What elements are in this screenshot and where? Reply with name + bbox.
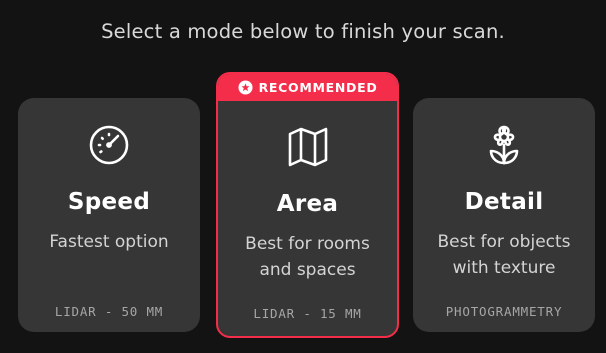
speedometer-icon bbox=[87, 123, 131, 171]
star-icon bbox=[238, 80, 253, 95]
mode-title: Detail bbox=[464, 189, 544, 215]
mode-card-detail[interactable]: Detail Best for objects with texture PHO… bbox=[413, 98, 595, 332]
mode-spec: LIDAR - 50 MM bbox=[54, 304, 164, 319]
mode-spec: LIDAR - 15 MM bbox=[253, 306, 362, 321]
mode-description: Best for objects with texture bbox=[437, 232, 571, 278]
recommended-badge: RECOMMENDED bbox=[218, 74, 397, 101]
mode-spec: PHOTOGRAMMETRY bbox=[445, 304, 563, 319]
mode-card-speed[interactable]: Speed Fastest option LIDAR - 50 MM bbox=[18, 98, 200, 332]
map-icon bbox=[287, 125, 329, 173]
recommended-label: RECOMMENDED bbox=[258, 80, 378, 95]
mode-description: Best for rooms and spaces bbox=[245, 234, 370, 280]
mode-prompt: Select a mode below to finish your scan. bbox=[101, 20, 505, 43]
mode-description: Fastest option bbox=[49, 232, 169, 252]
mode-card-area[interactable]: RECOMMENDED Area Best for rooms and spac… bbox=[216, 72, 399, 338]
flower-icon bbox=[483, 123, 525, 171]
mode-title: Area bbox=[276, 191, 339, 217]
mode-title: Speed bbox=[67, 189, 151, 215]
